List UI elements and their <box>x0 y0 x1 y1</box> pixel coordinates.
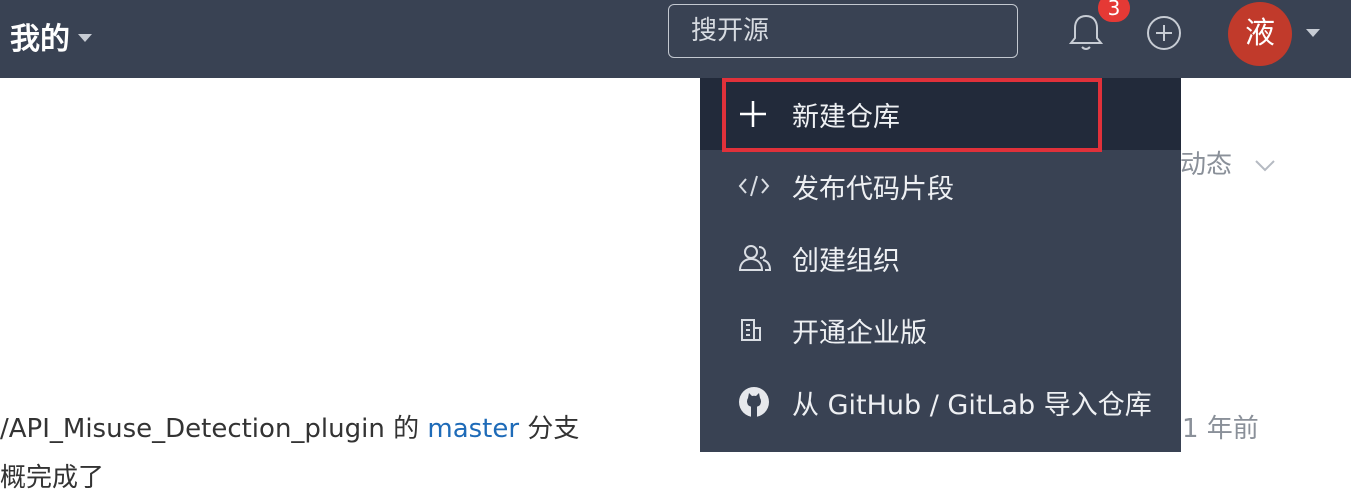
menu-item-label: 开通企业版 <box>792 317 927 349</box>
menu-item-publish-snippet[interactable]: 发布代码片段 <box>700 150 1181 222</box>
feed-time: 1 年前 <box>1182 414 1259 444</box>
create-dropdown-menu: 新建仓库 发布代码片段 创建组织 开通企业版 从 GitHub / GitLab… <box>700 78 1181 452</box>
building-icon <box>741 319 761 341</box>
activity-filter[interactable]: 动态 <box>1180 144 1276 181</box>
menu-item-enterprise[interactable]: 开通企业版 <box>700 294 1181 366</box>
nav-title-label: 我的 <box>10 22 70 57</box>
menu-item-label: 创建组织 <box>792 245 900 277</box>
create-button[interactable] <box>1146 15 1182 51</box>
menu-item-create-org[interactable]: 创建组织 <box>700 222 1181 294</box>
code-icon <box>738 175 770 197</box>
plus-icon <box>740 101 766 127</box>
search-input[interactable] <box>668 4 1018 58</box>
feed-message: 概完成了 <box>0 463 105 493</box>
avatar-caret-icon[interactable] <box>1306 29 1320 37</box>
menu-item-label: 发布代码片段 <box>792 173 954 205</box>
chevron-down-icon <box>1255 160 1275 172</box>
plus-circle-icon <box>1147 16 1181 50</box>
avatar[interactable]: 液 <box>1228 2 1292 66</box>
feed-branch-link[interactable]: master <box>427 414 519 444</box>
menu-item-label: 新建仓库 <box>792 101 900 133</box>
my-menu-button[interactable]: 我的 <box>10 14 92 58</box>
menu-item-import[interactable]: 从 GitHub / GitLab 导入仓库 <box>700 366 1181 438</box>
menu-item-new-repo[interactable]: 新建仓库 <box>700 78 1181 150</box>
top-navbar: 我的 3 液 <box>0 0 1351 78</box>
menu-item-label: 从 GitHub / GitLab 导入仓库 <box>792 389 1152 421</box>
github-icon <box>739 387 769 417</box>
feed-entry-title: /API_Misuse_Detection_plugin 的 master 分支 <box>0 408 579 445</box>
caret-down-icon <box>78 34 92 42</box>
activity-label: 动态 <box>1180 150 1233 180</box>
users-icon <box>738 245 772 271</box>
feed-suffix-text: 分支 <box>519 414 580 444</box>
notification-badge: 3 <box>1096 0 1132 24</box>
feed-repo-text[interactable]: /API_Misuse_Detection_plugin 的 <box>0 414 427 444</box>
